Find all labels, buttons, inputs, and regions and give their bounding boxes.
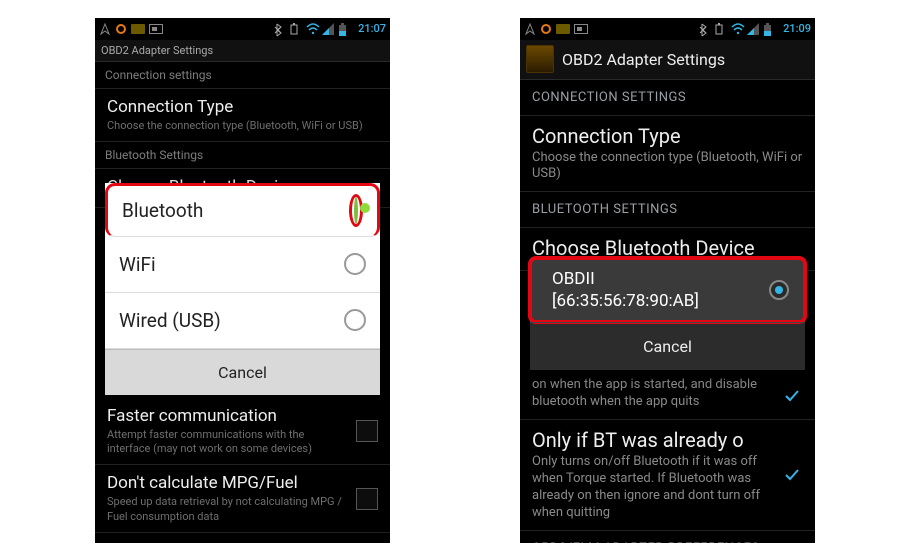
category-bluetooth: BLUETOOTH SETTINGS: [520, 192, 815, 228]
category-bluetooth: Bluetooth Settings: [95, 142, 390, 169]
signal-icon: [322, 23, 334, 35]
device-obdii[interactable]: OBDII [66:35:56:78:90:AB]: [528, 256, 807, 324]
title-bar: OBD2 Adapter Settings: [95, 40, 390, 62]
item-enhanced-mpg[interactable]: Enhanced MPG calculation: [95, 533, 390, 543]
app-icon: [526, 45, 554, 73]
item-summary: Choose the connection type (Bluetooth, W…: [107, 119, 378, 133]
item-title: Connection Type: [107, 97, 378, 117]
action-bar: OBD2 Adapter Settings: [520, 40, 815, 80]
radio-icon: [344, 309, 366, 331]
item-summary: Only turns on/off Bluetooth if it was of…: [532, 454, 803, 522]
image-icon: [574, 24, 588, 34]
checkmark-icon[interactable]: [781, 385, 803, 407]
item-bt-auto-trail[interactable]: on when the app is started, and disable …: [520, 373, 815, 420]
item-summary: Speed up data retrieval by not calculati…: [107, 495, 378, 524]
phone-right: 21:09 OBD2 Adapter Settings CONNECTION S…: [520, 18, 815, 543]
image-icon: [149, 24, 163, 34]
option-wired-usb[interactable]: Wired (USB): [105, 293, 380, 349]
option-bluetooth[interactable]: Bluetooth: [105, 183, 380, 237]
connection-type-dialog: Bluetooth WiFi Wired (USB) Cancel: [105, 183, 380, 395]
signal-icon: [747, 23, 759, 35]
category-connection: Connection settings: [95, 62, 390, 89]
item-title: Only if BT was already o: [532, 428, 803, 452]
radio-highlight: [349, 194, 363, 227]
page-title: OBD2 Adapter Settings: [562, 50, 725, 69]
battery-small-icon: [715, 23, 727, 35]
radio-icon: [769, 280, 789, 300]
battery-icon: [338, 23, 350, 35]
checkbox[interactable]: [356, 420, 378, 442]
item-faster-communication[interactable]: Faster communication Attempt faster comm…: [95, 398, 390, 466]
device-mac: [66:35:56:78:90:AB]: [552, 290, 699, 312]
checkmark-icon[interactable]: [781, 464, 803, 486]
item-title: Enhanced MPG calculation: [107, 541, 378, 543]
radio-icon: [354, 197, 358, 224]
wifi-icon: [306, 23, 318, 35]
cancel-button[interactable]: Cancel: [105, 349, 380, 395]
item-only-if-bt-already-on[interactable]: Only if BT was already o Only turns on/o…: [520, 420, 815, 531]
choose-bt-device-dialog: OBDII [66:35:56:78:90:AB] Cancel: [530, 258, 805, 370]
item-title: Don't calculate MPG/Fuel: [107, 473, 378, 493]
clock: 21:09: [783, 22, 811, 35]
option-label: Wired (USB): [119, 309, 221, 332]
badge-icon: [131, 24, 145, 34]
item-title: Faster communication: [107, 406, 378, 426]
option-label: Bluetooth: [122, 199, 203, 222]
option-label: WiFi: [119, 253, 156, 276]
clock: 21:07: [358, 22, 386, 35]
button-label: Cancel: [643, 337, 692, 356]
phone-left: 21:07 OBD2 Adapter Settings Connection s…: [95, 18, 390, 543]
option-wifi[interactable]: WiFi: [105, 237, 380, 293]
item-connection-type[interactable]: Connection Type Choose the connection ty…: [520, 116, 815, 193]
cancel-button[interactable]: Cancel: [530, 322, 805, 370]
item-connection-type[interactable]: Connection Type Choose the connection ty…: [95, 89, 390, 142]
checkbox[interactable]: [356, 488, 378, 510]
category-obd2-elm: OBD2/ELM ADAPTER PREFERENCES: [520, 531, 815, 543]
item-summary: on when the app is started, and disable …: [532, 377, 803, 411]
nav-icon: [524, 23, 536, 35]
wifi-icon: [731, 23, 743, 35]
status-bar: 21:07: [95, 18, 390, 40]
item-summary: Attempt faster communications with the i…: [107, 428, 378, 457]
battery-icon: [763, 23, 775, 35]
battery-small-icon: [290, 23, 302, 35]
status-bar: 21:09: [520, 18, 815, 40]
item-summary: Choose the connection type (Bluetooth, W…: [532, 150, 803, 184]
item-dont-calc-mpg[interactable]: Don't calculate MPG/Fuel Speed up data r…: [95, 465, 390, 533]
category-connection: CONNECTION SETTINGS: [520, 80, 815, 116]
bluetooth-icon: [274, 23, 286, 35]
bluetooth-icon: [699, 23, 711, 35]
radio-icon: [344, 253, 366, 275]
nav-icon: [99, 23, 111, 35]
button-label: Cancel: [218, 363, 267, 382]
sync-icon: [540, 23, 552, 35]
page-title: OBD2 Adapter Settings: [101, 44, 213, 57]
badge-icon: [556, 24, 570, 34]
device-name: OBDII: [552, 268, 699, 290]
sync-icon: [115, 23, 127, 35]
item-title: Connection Type: [532, 124, 803, 148]
